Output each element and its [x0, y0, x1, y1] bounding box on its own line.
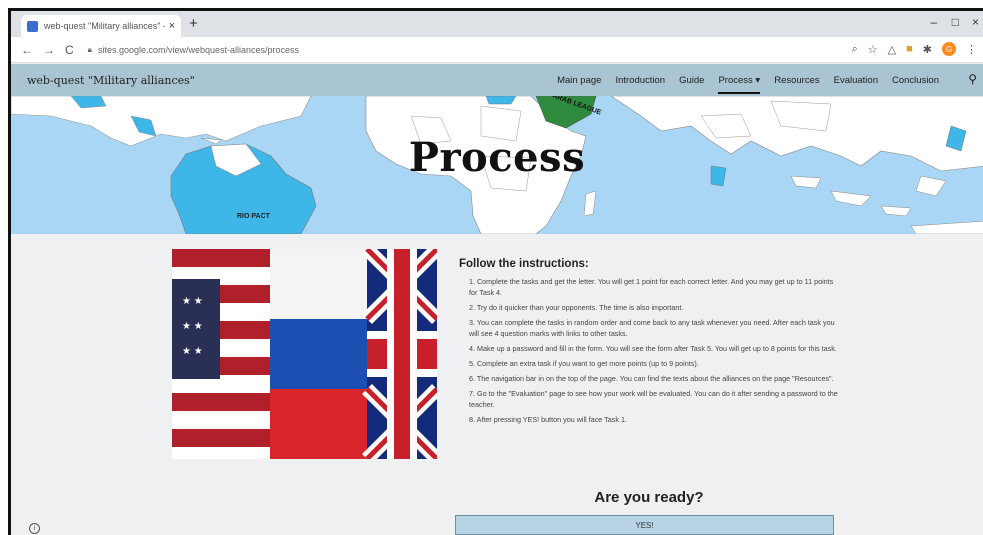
nav-introduction[interactable]: Introduction: [615, 64, 665, 96]
lock-icon: 🔒︎: [87, 44, 92, 54]
svg-text:★ ★: ★ ★: [182, 321, 203, 332]
zoom-icon[interactable]: ⌕: [852, 43, 858, 56]
browser-toolbar: ← → C 🔒︎ sites.google.com/view/webquest-…: [11, 37, 983, 63]
site-navigation: Main page Introduction Guide Process ▾ R…: [557, 64, 939, 96]
instruction-item: 3. You can complete the tasks in random …: [469, 318, 835, 338]
site-header: web-quest "Military alliances" Main page…: [11, 64, 983, 96]
nav-process[interactable]: Process ▾: [718, 64, 760, 96]
info-icon[interactable]: i: [29, 523, 40, 534]
nav-guide[interactable]: Guide: [679, 64, 704, 96]
hero-banner: RIO PACT ARAB LEAGUE Process: [11, 96, 983, 234]
minimize-button[interactable]: –: [930, 15, 937, 29]
tab-close-icon[interactable]: ×: [169, 20, 175, 32]
new-tab-button[interactable]: +: [189, 15, 198, 32]
instruction-item: 6. The navigation bar in on the top of t…: [469, 374, 834, 383]
instruction-item: 2. Try do it quicker than your opponents…: [469, 303, 684, 312]
reload-button[interactable]: C: [65, 43, 74, 57]
toolbar-actions: ⌕ ☆ △ ■ ✱ G ⋮: [852, 42, 977, 56]
yes-button[interactable]: YES!: [455, 515, 834, 535]
maximize-button[interactable]: □: [952, 15, 959, 29]
flags-image: ★ ★ ★ ★ ★ ★: [172, 249, 437, 459]
instruction-item: 4. Make up a password and fill in the fo…: [469, 344, 837, 353]
browser-tab[interactable]: web-quest "Military alliances" - G ×: [21, 15, 181, 37]
ready-heading: Are you ready?: [594, 489, 704, 506]
profile-avatar[interactable]: G: [942, 42, 956, 56]
menu-icon[interactable]: ⋮: [966, 43, 977, 56]
nav-process-label: Process: [718, 74, 753, 86]
page-title: Process: [408, 134, 586, 181]
back-button[interactable]: ←: [21, 43, 33, 57]
nav-evaluation[interactable]: Evaluation: [834, 64, 878, 96]
svg-text:★ ★: ★ ★: [182, 346, 203, 357]
extensions-puzzle-icon[interactable]: ✱: [923, 43, 932, 56]
site-title[interactable]: web-quest "Military alliances": [27, 74, 195, 87]
instruction-item: 5. Complete an extra task if you want to…: [469, 359, 699, 368]
browser-window: web-quest "Military alliances" - G × + –…: [8, 8, 983, 535]
instructions-panel: Follow the instructions: 1. Complete the…: [459, 258, 839, 429]
close-window-button[interactable]: ×: [972, 15, 979, 29]
site-favicon-icon: [27, 20, 38, 32]
nav-resources[interactable]: Resources: [774, 64, 819, 96]
tab-strip: web-quest "Military alliances" - G × + –…: [11, 11, 983, 37]
svg-text:★ ★: ★ ★: [182, 296, 203, 307]
url-text: sites.google.com/view/webquest-alliances…: [97, 44, 300, 55]
address-bar[interactable]: 🔒︎ sites.google.com/view/webquest-allian…: [88, 45, 299, 55]
bookmark-star-icon[interactable]: ☆: [868, 43, 878, 56]
nav-conclusion[interactable]: Conclusion: [892, 64, 939, 96]
instructions-list: 1. Complete the tasks and get the letter…: [459, 276, 839, 425]
search-icon[interactable]: ⚲: [968, 72, 977, 86]
instructions-heading: Follow the instructions:: [459, 258, 589, 270]
instruction-item: 8. After pressing YES! button you will f…: [469, 415, 627, 424]
extension-icon[interactable]: ■: [906, 43, 913, 55]
main-content: ★ ★ ★ ★ ★ ★ Follow the instructions: 1. …: [11, 234, 983, 535]
map-label-rio-pact: RIO PACT: [237, 213, 270, 220]
drive-icon[interactable]: △: [888, 43, 896, 56]
instruction-item: 1. Complete the tasks and get the letter…: [469, 277, 834, 297]
chevron-down-icon: ▾: [755, 74, 761, 86]
tab-title: web-quest "Military alliances" - G: [44, 21, 165, 31]
instruction-item: 7. Go to the "Evaluation" page to see ho…: [469, 389, 838, 409]
nav-main-page[interactable]: Main page: [557, 64, 601, 96]
forward-button[interactable]: →: [43, 43, 55, 57]
